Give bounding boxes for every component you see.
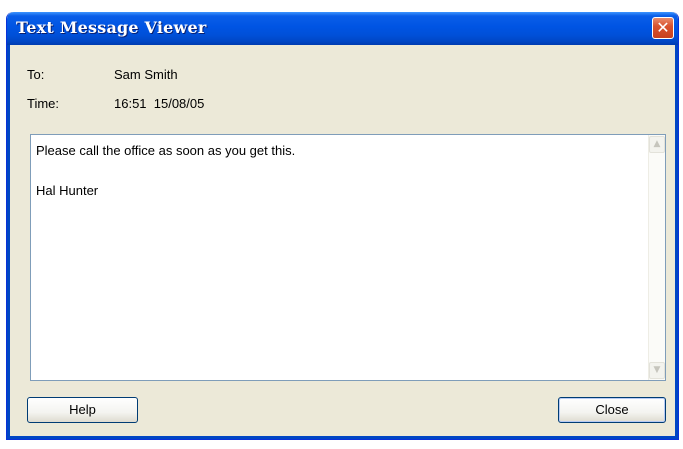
- time-label: Time:: [27, 96, 60, 111]
- window-title: Text Message Viewer: [16, 18, 207, 37]
- message-text-area[interactable]: Please call the office as soon as you ge…: [30, 134, 666, 381]
- scroll-down-icon[interactable]: ▼: [649, 362, 665, 379]
- text-message-viewer-window: Text Message Viewer ✕ To: Sam Smith Time…: [6, 12, 679, 440]
- window-border-left: [7, 45, 10, 439]
- help-button[interactable]: Help: [27, 397, 138, 423]
- title-bar[interactable]: Text Message Viewer ✕: [7, 12, 678, 45]
- to-value: Sam Smith: [114, 67, 178, 82]
- close-window-icon[interactable]: ✕: [652, 17, 674, 39]
- window-border-bottom: [7, 436, 678, 439]
- close-button[interactable]: Close: [558, 397, 666, 423]
- message-body: Please call the office as soon as you ge…: [36, 143, 296, 198]
- vertical-scrollbar[interactable]: ▲ ▼: [648, 135, 665, 380]
- window-border-right: [675, 45, 678, 439]
- to-label: To:: [27, 67, 45, 82]
- scroll-up-icon[interactable]: ▲: [649, 136, 665, 153]
- time-value: 16:51 15/08/05: [114, 96, 205, 111]
